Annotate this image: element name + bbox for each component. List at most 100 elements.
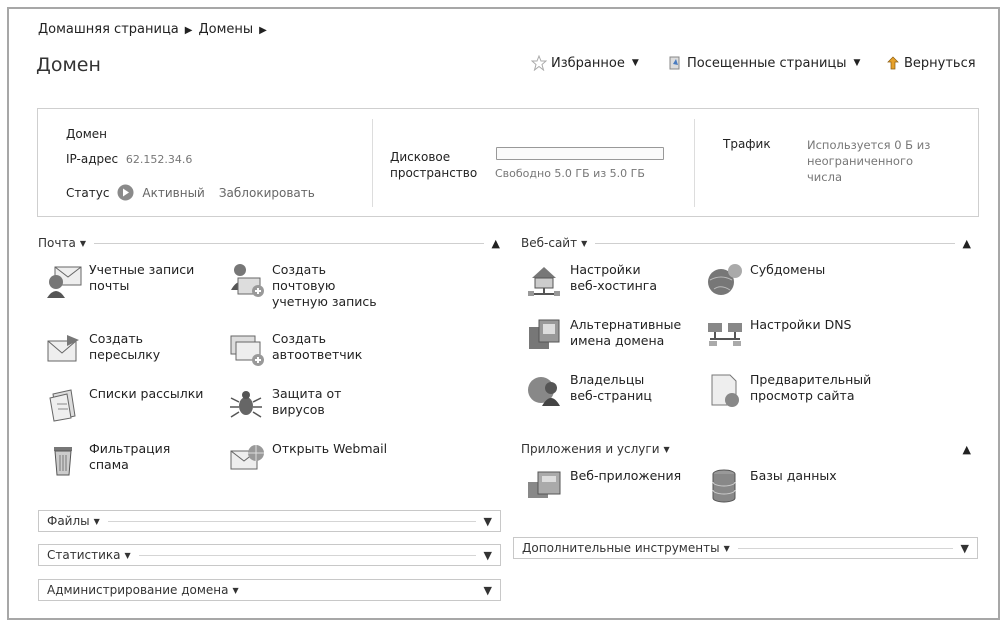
website-section-title: Веб-сайт	[521, 236, 578, 250]
hosting-settings-item[interactable]: Настройки веб-хостинга	[526, 262, 657, 298]
status-value: Активный	[142, 185, 205, 200]
domain-label: Домен	[66, 127, 107, 141]
mail-accounts-icon	[47, 266, 82, 298]
back-link[interactable]: Вернуться	[884, 55, 976, 71]
disk-label-line2: пространство	[390, 166, 478, 180]
divider	[737, 547, 953, 549]
collapse-icon[interactable]: ▲	[963, 237, 971, 250]
open-webmail-item[interactable]: Открыть Webmail	[228, 441, 387, 477]
dns-network-icon	[708, 323, 742, 346]
autoresponder-icon	[230, 335, 264, 366]
apps-section-header[interactable]: Приложения и услуги ▼ ▲	[521, 442, 971, 456]
create-mail-account-item[interactable]: Создать почтовую учетную запись	[228, 262, 377, 310]
chevron-down-icon: ▼	[93, 516, 100, 526]
web-apps-label: Веб-приложения	[570, 468, 682, 483]
divider	[247, 590, 476, 591]
subdomains-item[interactable]: Субдомены	[706, 262, 825, 298]
breadcrumb-home[interactable]: Домашняя страница	[38, 22, 179, 37]
chevron-down-icon: ▼	[631, 58, 639, 68]
webmail-icon	[230, 445, 264, 470]
forward-mail-icon	[47, 335, 79, 362]
dns-settings-item[interactable]: Настройки DNS	[706, 317, 851, 353]
aliases-icon	[529, 319, 560, 349]
spam-filter-item[interactable]: Фильтрация спама	[45, 441, 170, 477]
chevron-down-icon: ▼	[663, 444, 670, 454]
expand-icon[interactable]: ▼	[484, 549, 492, 562]
site-preview-item[interactable]: Предварительный просмотр сайта	[706, 372, 871, 408]
page-title: Домен	[36, 54, 101, 76]
mailing-lists-item[interactable]: Списки рассылки	[45, 386, 203, 422]
status-row: Статус Активный Заблокировать	[66, 184, 315, 201]
web-owners-item[interactable]: Владельцы веб-страниц	[526, 372, 652, 408]
breadcrumb-separator: ▶	[259, 25, 267, 36]
web-apps-item[interactable]: Веб-приложения	[526, 468, 681, 504]
back-label: Вернуться	[904, 55, 976, 71]
divider	[138, 554, 476, 556]
bug-icon	[230, 391, 262, 418]
globe-icon	[708, 264, 742, 295]
collapse-icon[interactable]: ▲	[963, 443, 971, 456]
chevron-down-icon: ▼	[79, 238, 86, 248]
expand-icon[interactable]: ▼	[484, 515, 492, 528]
divider	[694, 119, 695, 207]
expand-icon[interactable]: ▼	[961, 542, 969, 555]
open-webmail-label: Открыть Webmail	[272, 441, 388, 456]
visited-pages-label: Посещенные страницы	[687, 55, 847, 71]
virus-protection-item[interactable]: Защита от вирусов	[228, 386, 341, 422]
block-link[interactable]: Заблокировать	[219, 186, 315, 200]
web-owners-label: Владельцы веб-страниц	[570, 372, 652, 403]
stats-section[interactable]: Статистика ▼ ▼	[38, 544, 501, 566]
visited-pages-menu[interactable]: Посещенные страницы ▼	[667, 55, 860, 71]
database-icon	[712, 469, 736, 503]
website-section-header[interactable]: Веб-сайт ▼ ▲	[521, 236, 971, 250]
ip-label: IP-адрес	[66, 152, 119, 166]
chevron-down-icon: ▼	[853, 58, 861, 68]
mail-section-title: Почта	[38, 236, 76, 250]
disk-label: Дисковое пространство	[390, 149, 477, 181]
domain-admin-section[interactable]: Администрирование домена ▼ ▼	[38, 579, 501, 601]
site-preview-label: Предварительный просмотр сайта	[750, 372, 872, 403]
subdomains-label: Субдомены	[750, 262, 826, 277]
breadcrumb: Домашняя страница ▶ Домены ▶	[38, 22, 273, 37]
create-forwarding-label: Создать пересылку	[89, 331, 161, 362]
ip-row: IP-адрес 62.152.34.6	[66, 152, 192, 166]
favorites-menu[interactable]: Избранное ▼	[531, 55, 639, 71]
tools-section-title: Дополнительные инструменты	[522, 541, 720, 555]
files-section[interactable]: Файлы ▼ ▼	[38, 510, 501, 532]
divider	[372, 119, 373, 207]
divider	[107, 520, 476, 522]
mail-accounts-item[interactable]: Учетные записи почты	[45, 262, 194, 298]
status-label: Статус	[66, 185, 110, 200]
preview-page-icon	[711, 374, 739, 407]
star-icon	[531, 55, 547, 71]
back-arrow-icon	[887, 56, 899, 70]
trash-icon	[54, 447, 72, 476]
disk-usage-bar	[496, 147, 664, 160]
domain-summary-panel: Домен IP-адрес 62.152.34.6 Статус Активн…	[37, 108, 979, 217]
domain-aliases-item[interactable]: Альтернативные имена домена	[526, 317, 681, 353]
databases-item[interactable]: Базы данных	[706, 468, 837, 504]
create-mail-account-label: Создать почтовую учетную запись	[272, 262, 377, 309]
traffic-label: Трафик	[723, 137, 771, 151]
collapse-icon[interactable]: ▲	[492, 237, 500, 250]
spam-filter-label: Фильтрация спама	[89, 441, 171, 472]
expand-icon[interactable]: ▼	[484, 584, 492, 597]
status-active-icon	[117, 184, 134, 201]
create-autoresponder-item[interactable]: Создать автоответчик	[228, 331, 362, 367]
mail-section-header[interactable]: Почта ▼ ▲	[38, 236, 500, 250]
divider	[595, 242, 955, 244]
mailing-lists-icon	[49, 389, 76, 422]
ip-value: 62.152.34.6	[125, 153, 193, 166]
history-icon	[669, 56, 680, 70]
favorites-label: Избранное	[551, 55, 625, 71]
house-network-icon	[528, 267, 560, 296]
breadcrumb-domains[interactable]: Домены	[198, 22, 253, 37]
files-section-title: Файлы	[47, 514, 90, 528]
virus-protection-label: Защита от вирусов	[272, 386, 342, 417]
hosting-settings-label: Настройки веб-хостинга	[570, 262, 657, 293]
create-forwarding-item[interactable]: Создать пересылку	[45, 331, 160, 367]
breadcrumb-separator: ▶	[184, 25, 193, 36]
chevron-down-icon: ▼	[232, 585, 239, 595]
apps-section-title: Приложения и услуги	[521, 442, 660, 456]
tools-section[interactable]: Дополнительные инструменты ▼ ▼	[513, 537, 978, 559]
